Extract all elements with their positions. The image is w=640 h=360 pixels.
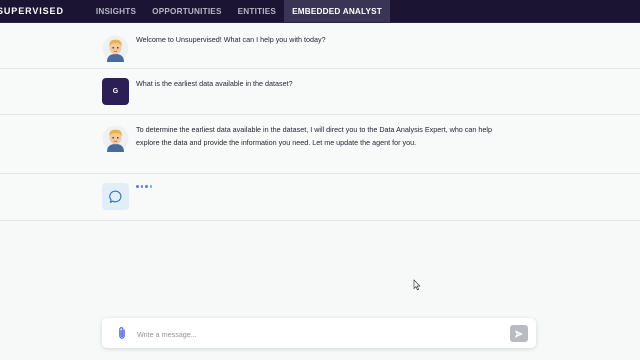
message-text: Welcome to Unsupervised! What can I help… <box>136 35 326 44</box>
nav-opportunities[interactable]: OPPORTUNITIES <box>144 0 229 22</box>
nav-embedded-analyst[interactable]: EMBEDDED ANALYST <box>284 0 391 22</box>
chat-bubble-icon <box>102 183 129 210</box>
send-button[interactable] <box>510 325 528 342</box>
chat-message-assistant: To determine the earliest data available… <box>0 115 640 174</box>
message-text: What is the earliest data available in t… <box>136 79 293 88</box>
chat-message-assistant: Welcome to Unsupervised! What can I help… <box>0 23 640 69</box>
message-composer <box>102 318 536 348</box>
nav-entities[interactable]: ENTITIES <box>230 0 284 22</box>
send-icon <box>515 329 523 338</box>
chat-message-user: G What is the earliest data available in… <box>0 69 640 115</box>
mouse-cursor-icon <box>413 279 421 291</box>
message-text: To determine the earliest data available… <box>136 125 492 147</box>
typing-indicator <box>136 185 152 188</box>
message-input[interactable] <box>135 325 499 343</box>
nav-insights[interactable]: INSIGHTS <box>88 0 144 22</box>
brand-logo[interactable]: SUPERVISED <box>0 0 64 22</box>
user-avatar: G <box>102 78 129 105</box>
memoji-avatar-icon <box>102 125 129 152</box>
chat-message-agent <box>0 174 640 221</box>
user-initial: G <box>112 88 119 95</box>
memoji-avatar-icon <box>102 35 129 62</box>
top-nav: SUPERVISED INSIGHTS OPPORTUNITIES ENTITI… <box>0 0 640 23</box>
paperclip-icon[interactable] <box>116 326 128 340</box>
